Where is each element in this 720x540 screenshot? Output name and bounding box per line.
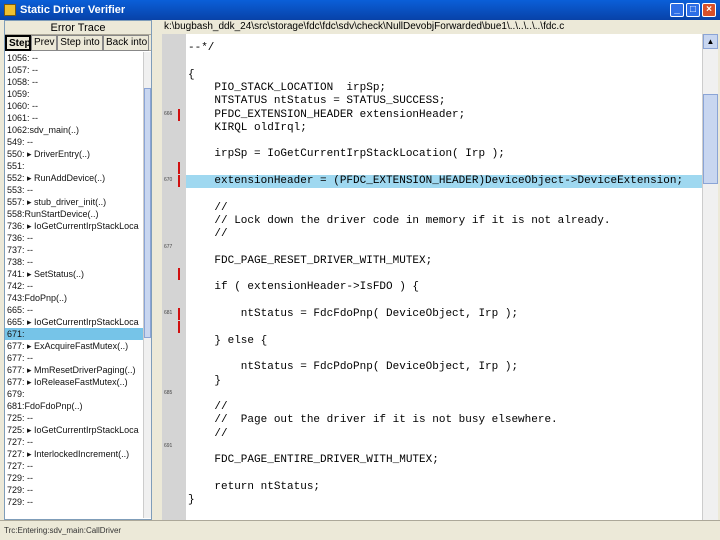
trace-item[interactable]: 1056: --	[5, 52, 145, 64]
code-line[interactable]: irpSp = IoGetCurrentIrpStackLocation( Ir…	[188, 148, 504, 161]
code-line[interactable]: FDC_PAGE_RESET_DRIVER_WITH_MUTEX;	[188, 255, 432, 268]
trace-list[interactable]: 1056: -- 1057: -- 1058: -- 1059: 1060: -- 106…	[5, 52, 145, 518]
trace-item[interactable]: 679:	[5, 388, 145, 400]
title-bar[interactable]: Static Driver Verifier _ □ ×	[0, 0, 720, 20]
trace-item[interactable]: 1059:	[5, 88, 145, 100]
trace-item[interactable]: 727: ▸ InterlockedIncrement(..)	[5, 448, 145, 460]
trace-item[interactable]: 725: --	[5, 412, 145, 424]
trace-marker-icon	[178, 308, 180, 320]
trace-item[interactable]: 736: --	[5, 232, 145, 244]
trace-item[interactable]: 677: ▸ MmResetDriverPaging(..)	[5, 364, 145, 376]
trace-item[interactable]: 552: ▸ RunAddDevice(..)	[5, 172, 145, 184]
source-gutter: 666 670 677 681 685 691	[162, 34, 186, 520]
trace-item[interactable]: 727: --	[5, 460, 145, 472]
trace-item[interactable]: 727: --	[5, 436, 145, 448]
minimize-button[interactable]: _	[670, 3, 684, 17]
window-title: Static Driver Verifier	[20, 4, 126, 16]
code-line[interactable]: PIO_STACK_LOCATION irpSp;	[188, 82, 386, 95]
trace-item[interactable]: 665: ▸ IoGetCurrentIrpStackLoca	[5, 316, 145, 328]
trace-item[interactable]: 1057: --	[5, 64, 145, 76]
trace-item[interactable]: 677: ▸ IoReleaseFastMutex(..)	[5, 376, 145, 388]
app-icon	[4, 4, 16, 16]
trace-item[interactable]: 729: --	[5, 472, 145, 484]
gutter-line-number: 677	[164, 243, 173, 250]
status-bar: Trc:Entering:sdv_main:CallDriver	[0, 520, 720, 540]
code-line[interactable]: FDC_PAGE_ENTIRE_DRIVER_WITH_MUTEX;	[188, 454, 438, 467]
code-line[interactable]: //	[188, 428, 227, 441]
trace-item[interactable]: 1061: --	[5, 112, 145, 124]
file-path: k:\bugbash_ddk_24\src\storage\fdc\fdc\sd…	[162, 20, 718, 34]
code-line[interactable]: }	[188, 494, 195, 507]
trace-pane-header: Error Trace	[5, 21, 151, 35]
code-line[interactable]: --*/	[188, 42, 214, 55]
gutter-line-number: 681	[164, 310, 173, 316]
trace-item[interactable]: 738: --	[5, 256, 145, 268]
trace-item[interactable]: 729: --	[5, 484, 145, 496]
trace-item[interactable]: 677: ▸ ExAcquireFastMutex(..)	[5, 340, 145, 352]
step-into-button[interactable]: Step into	[57, 35, 103, 51]
trace-item[interactable]: 1058: --	[5, 76, 145, 88]
trace-item[interactable]: 665: --	[5, 304, 145, 316]
step-button[interactable]: Step	[5, 35, 31, 51]
gutter-line-number: 670	[164, 177, 173, 183]
code-line[interactable]: {	[188, 69, 195, 82]
trace-item[interactable]: 681:FdoFdoPnp(..)	[5, 400, 145, 412]
trace-scrollbar[interactable]	[143, 52, 151, 518]
trace-marker-icon	[178, 175, 180, 187]
back-into-button[interactable]: Back into	[103, 35, 149, 51]
trace-marker-icon	[178, 268, 180, 281]
source-scrollbar[interactable]: ▲	[702, 34, 718, 520]
trace-item[interactable]: 558:RunStartDevice(..)	[5, 208, 145, 220]
trace-item[interactable]: 677: --	[5, 352, 145, 364]
maximize-button[interactable]: □	[686, 3, 700, 17]
trace-item[interactable]: 736: ▸ IoGetCurrentIrpStackLoca	[5, 220, 145, 232]
code-line[interactable]: NTSTATUS ntStatus = STATUS_SUCCESS;	[188, 95, 445, 108]
trace-marker-icon	[178, 108, 180, 121]
trace-item[interactable]: 741: ▸ SetStatus(..)	[5, 268, 145, 280]
code-line[interactable]: //	[188, 228, 227, 241]
code-line[interactable]: ntStatus = FdcFdoPnp( DeviceObject, Irp …	[188, 308, 518, 321]
source-scroll-thumb[interactable]	[703, 94, 718, 184]
trace-item[interactable]: 725: ▸ IoGetCurrentIrpStackLoca	[5, 424, 145, 436]
trace-item[interactable]: 1060: --	[5, 100, 145, 112]
code-line[interactable]: KIRQL oldIrql;	[188, 122, 306, 135]
trace-item[interactable]: 1062:sdv_main(..)	[5, 124, 145, 136]
gutter-line-number: 691	[164, 443, 173, 449]
code-line[interactable]: //	[188, 401, 227, 414]
code-line[interactable]: if ( extensionHeader->IsFDO ) {	[188, 281, 419, 294]
trace-item[interactable]: 557: ▸ stub_driver_init(..)	[5, 196, 145, 208]
scroll-up-icon[interactable]: ▲	[703, 34, 718, 49]
trace-item[interactable]: 553: --	[5, 184, 145, 196]
gutter-line-number: 685	[164, 389, 173, 396]
trace-item[interactable]: 743:FdoPnp(..)	[5, 292, 145, 304]
code-line[interactable]: // Page out the driver if it is not busy…	[188, 414, 557, 427]
code-line[interactable]: }	[188, 375, 221, 388]
prev-button[interactable]: Prev	[31, 35, 57, 51]
trace-marker-icon	[178, 321, 180, 334]
trace-scroll-thumb[interactable]	[144, 88, 151, 338]
trace-item[interactable]: 742: --	[5, 280, 145, 292]
code-line[interactable]: // Lock down the driver code in memory i…	[188, 215, 610, 228]
trace-item[interactable]: 729: --	[5, 496, 145, 508]
trace-marker-icon	[178, 161, 180, 174]
trace-item[interactable]: 737: --	[5, 244, 145, 256]
trace-item[interactable]: 549: --	[5, 136, 145, 148]
close-button[interactable]: ×	[702, 3, 716, 17]
code-line[interactable]: //	[188, 202, 227, 215]
code-line[interactable]: } else {	[188, 335, 267, 348]
trace-item[interactable]: 550: ▸ DriverEntry(..)	[5, 148, 145, 160]
code-line[interactable]: extensionHeader = (PFDC_EXTENSION_HEADER…	[186, 175, 702, 188]
source-view[interactable]: --*/ { PIO_STACK_LOCATION irpSp; NTSTATUS…	[186, 34, 702, 520]
trace-pane: Error Trace Step Prev Step into Back int…	[4, 20, 152, 520]
trace-item[interactable]: 671:	[5, 328, 145, 340]
code-line[interactable]: return ntStatus;	[188, 481, 320, 494]
trace-toolbar: Step Prev Step into Back into	[5, 35, 151, 51]
trace-item[interactable]: 551:	[5, 160, 145, 172]
code-line[interactable]: ntStatus = FdcPdoPnp( DeviceObject, Irp …	[188, 361, 518, 374]
code-line[interactable]: PFDC_EXTENSION_HEADER extensionHeader;	[188, 109, 465, 122]
gutter-line-number: 666	[164, 110, 173, 117]
